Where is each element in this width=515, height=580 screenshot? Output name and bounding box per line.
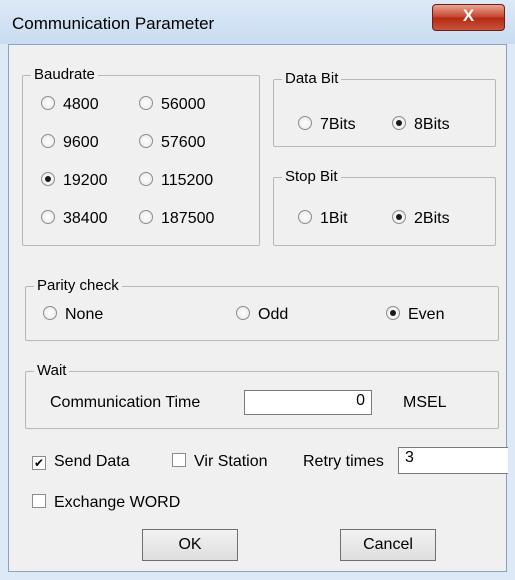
radio-selected-icon[interactable] — [41, 172, 55, 186]
communication-time-unit: MSEL — [403, 394, 447, 411]
radio-icon[interactable] — [298, 210, 312, 224]
stop-bit-group: Stop Bit 1Bit 2Bits — [273, 168, 496, 246]
close-button[interactable]: X — [432, 4, 505, 31]
radio-icon[interactable] — [41, 210, 55, 224]
baudrate-option-187500[interactable]: 187500 — [139, 210, 214, 228]
retry-times-label: Retry times — [303, 453, 384, 470]
parity-option-even[interactable]: Even — [386, 306, 444, 324]
send-data-checkbox[interactable]: ✔ Send Data — [32, 453, 130, 471]
radio-icon[interactable] — [139, 210, 153, 224]
cancel-button[interactable]: Cancel — [340, 529, 436, 561]
baudrate-option-56000[interactable]: 56000 — [139, 96, 206, 114]
radio-icon[interactable] — [236, 306, 250, 320]
baudrate-legend: Baudrate — [31, 66, 98, 84]
checkbox-icon[interactable] — [172, 453, 186, 467]
radio-icon[interactable] — [139, 172, 153, 186]
data-bit-group: Data Bit 7Bits 8Bits — [273, 70, 496, 147]
vir-station-checkbox[interactable]: Vir Station — [172, 453, 268, 471]
baudrate-option-115200[interactable]: 115200 — [139, 172, 213, 190]
radio-icon[interactable] — [41, 96, 55, 110]
baudrate-option-19200[interactable]: 19200 — [41, 172, 108, 190]
radio-selected-icon[interactable] — [392, 116, 406, 130]
radio-icon[interactable] — [43, 306, 57, 320]
ok-button[interactable]: OK — [142, 529, 238, 561]
data-bit-legend: Data Bit — [282, 70, 342, 88]
dialog-window: Communication Parameter X Baudrate 4800 … — [0, 0, 515, 580]
stop-bit-legend: Stop Bit — [282, 168, 341, 186]
checkbox-checked-icon[interactable]: ✔ — [32, 456, 46, 470]
parity-check-legend: Parity check — [34, 277, 122, 295]
window-title: Communication Parameter — [12, 14, 215, 33]
parity-option-none[interactable]: None — [43, 306, 103, 324]
parity-option-odd[interactable]: Odd — [236, 306, 288, 324]
wait-legend: Wait — [34, 362, 70, 380]
baudrate-option-9600[interactable]: 9600 — [41, 134, 99, 152]
radio-icon[interactable] — [41, 134, 55, 148]
baudrate-group: Baudrate 4800 56000 9600 57600 19200 115… — [22, 66, 260, 246]
checkbox-icon[interactable] — [32, 494, 46, 508]
baudrate-option-4800[interactable]: 4800 — [41, 96, 99, 114]
retry-times-input[interactable]: 3 — [398, 447, 508, 474]
radio-selected-icon[interactable] — [386, 306, 400, 320]
wait-group: Wait Communication Time 0 MSEL — [25, 362, 499, 429]
dialog-body: Baudrate 4800 56000 9600 57600 19200 115… — [8, 44, 508, 572]
title-bar: Communication Parameter X — [0, 0, 515, 44]
radio-icon[interactable] — [139, 134, 153, 148]
exchange-word-checkbox[interactable]: Exchange WORD — [32, 494, 180, 512]
data-bit-option-7bits[interactable]: 7Bits — [298, 116, 356, 134]
radio-icon[interactable] — [298, 116, 312, 130]
close-icon[interactable]: X — [433, 6, 504, 26]
baudrate-option-38400[interactable]: 38400 — [41, 210, 108, 228]
baudrate-option-57600[interactable]: 57600 — [139, 134, 206, 152]
stop-bit-option-2bits[interactable]: 2Bits — [392, 210, 450, 228]
data-bit-option-8bits[interactable]: 8Bits — [392, 116, 450, 134]
communication-time-input[interactable]: 0 — [244, 390, 372, 415]
radio-icon[interactable] — [139, 96, 153, 110]
communication-time-label: Communication Time — [50, 394, 201, 411]
radio-selected-icon[interactable] — [392, 210, 406, 224]
stop-bit-option-1bit[interactable]: 1Bit — [298, 210, 348, 228]
parity-check-group: Parity check None Odd Even — [25, 277, 499, 341]
